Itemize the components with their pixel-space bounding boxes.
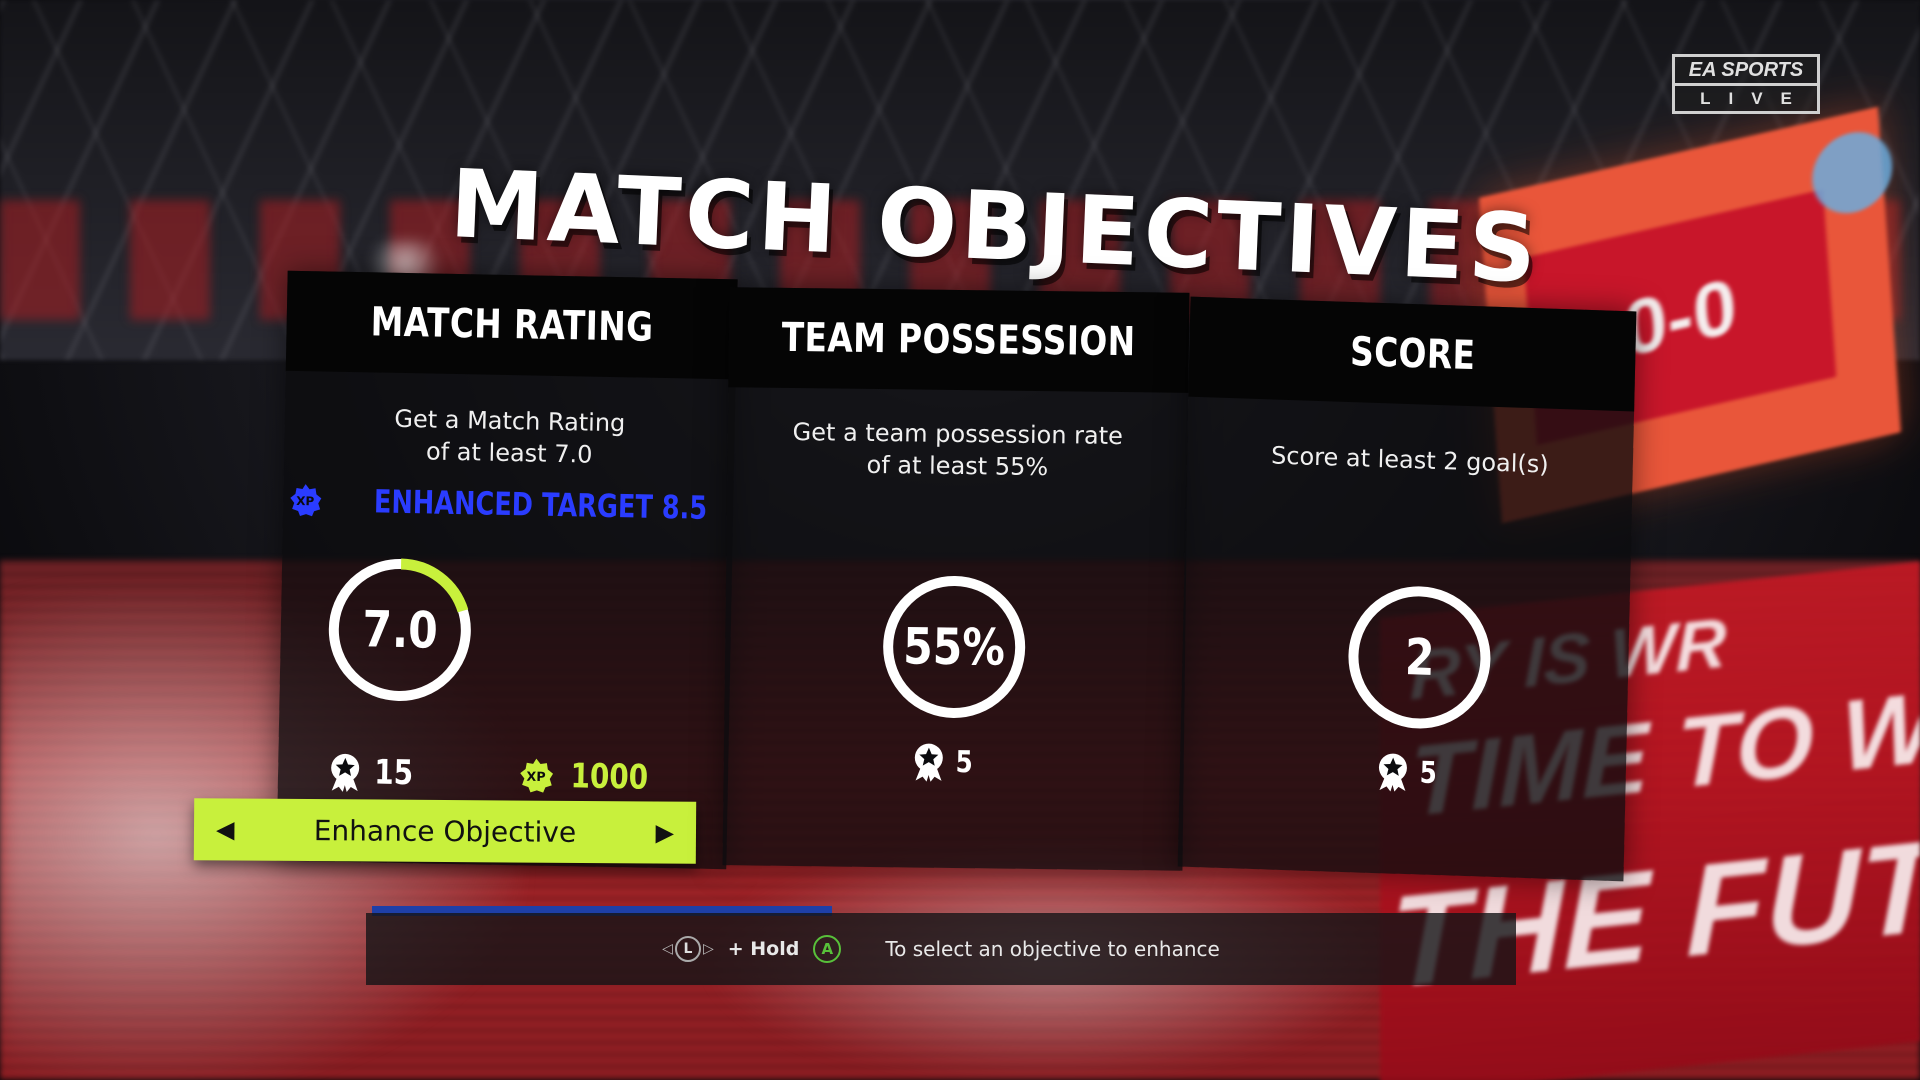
xp-icon: XP: [518, 757, 555, 794]
controller-hint: ◁ L ▷ + Hold A To select an objective to…: [366, 913, 1516, 985]
objective-value: 7.0: [361, 600, 439, 660]
objective-card-match-rating[interactable]: MATCH RATING Get a Match Rating of at le…: [276, 270, 738, 870]
reward-points: 5: [912, 741, 975, 782]
medal-icon: [331, 753, 360, 792]
enhance-objective-button[interactable]: ◀ Enhance Objective ▶: [193, 798, 697, 864]
a-button-icon: A: [813, 935, 842, 963]
reward-points-value: 15: [373, 752, 414, 794]
description-line-2: of at least 55%: [866, 450, 1049, 482]
reward-xp: XP 1000: [518, 755, 657, 798]
stick-left-arrow-icon: ◁: [662, 941, 673, 957]
progress-ring: 7.0: [321, 551, 478, 708]
reward-points-value: 5: [955, 744, 973, 780]
enhance-objective-label: Enhance Objective: [313, 813, 577, 849]
reward-points: 5: [1375, 751, 1439, 793]
left-stick-label: L: [674, 936, 701, 962]
medal-icon: [1378, 753, 1407, 792]
card-description: Get a Match Rating of at least 7.0: [304, 401, 715, 473]
card-header: SCORE: [1188, 296, 1637, 412]
description-line-1: Score at least 2 goal(s): [1270, 441, 1550, 479]
description-line-1: Get a team possession rate: [792, 417, 1124, 451]
reward-xp-value: 1000: [570, 756, 649, 798]
enhanced-target-label: ENHANCED TARGET 8.5: [373, 482, 708, 527]
card-title: MATCH RATING: [369, 299, 654, 351]
progress-ring: 55%: [876, 569, 1032, 725]
arrow-right-icon[interactable]: ▶: [655, 818, 674, 846]
hint-text: To select an objective to enhance: [885, 937, 1220, 961]
svg-text:XP: XP: [296, 494, 315, 508]
card-title: TEAM POSSESSION: [781, 314, 1137, 366]
medal-icon: [914, 743, 943, 782]
stick-right-arrow-icon: ▷: [702, 941, 714, 957]
card-title: SCORE: [1349, 328, 1476, 380]
card-description: Score at least 2 goal(s): [1207, 437, 1614, 482]
logo-bottom-text: LIVE: [1700, 89, 1810, 108]
card-header: TEAM POSSESSION: [728, 287, 1190, 393]
description-line-2: of at least 7.0: [425, 437, 593, 469]
left-stick-icon: ◁ L ▷: [662, 936, 714, 962]
xp-blue-icon: XP: [288, 482, 323, 519]
objective-value: 55%: [902, 617, 1006, 677]
logo-top-text: EA SPORTS: [1675, 57, 1817, 86]
enhanced-target: XP ENHANCED TARGET 8.5: [290, 481, 714, 527]
arrow-left-icon[interactable]: ◀: [216, 815, 235, 843]
progress-ring: 2: [1341, 578, 1498, 737]
card-header: MATCH RATING: [285, 270, 738, 380]
ea-sports-live-logo: EA SPORTS LIVE: [1672, 54, 1820, 114]
hold-label: + Hold: [727, 938, 800, 960]
svg-text:XP: XP: [526, 769, 545, 784]
card-description: Get a team possession rate of at least 5…: [747, 415, 1168, 484]
objective-card-team-possession[interactable]: TEAM POSSESSION Get a team possession ra…: [722, 287, 1190, 871]
reward-points: 15: [328, 752, 418, 794]
reward-points-value: 5: [1419, 755, 1438, 791]
objective-value: 2: [1404, 627, 1435, 687]
objective-card-score[interactable]: SCORE Score at least 2 goal(s) 2 5: [1177, 296, 1637, 882]
